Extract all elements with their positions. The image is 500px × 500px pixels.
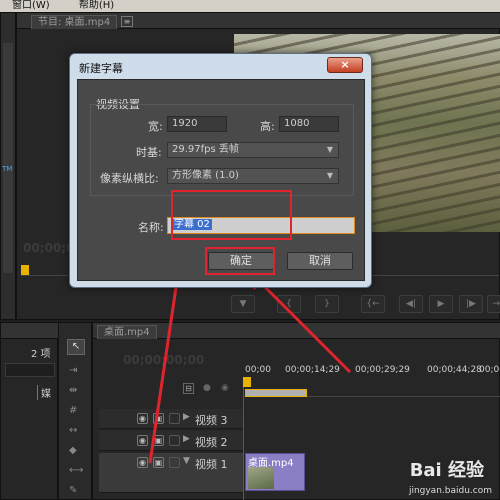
cancel-button[interactable]: 取消 (287, 252, 353, 270)
pixel-aspect-value: 方形像素 (1.0) (172, 170, 239, 181)
tools-panel: ↖ ⇥ ⇹ # ↔ ◆ ⟷ ✎ (58, 322, 92, 500)
expand-icon[interactable]: ▶ (183, 434, 190, 444)
sequence-timecode[interactable]: 00;00;00;00 (123, 353, 204, 367)
tab-program[interactable]: 节目: 桌面.mp4 (31, 15, 118, 29)
timebase-value: 29.97fps 丢帧 (172, 144, 239, 155)
link-icon[interactable]: ◉ (221, 383, 229, 393)
close-button[interactable]: × (327, 57, 363, 73)
work-area-bar[interactable] (245, 389, 307, 397)
sync-icon[interactable] (169, 413, 180, 424)
height-label: 高: (260, 120, 275, 133)
selection-tool-icon[interactable]: ↖ (67, 339, 85, 355)
expand-icon[interactable]: ▼ (183, 456, 190, 466)
eye-icon[interactable]: ◉ (137, 457, 148, 468)
video-clip[interactable]: 桌面.mp4 (245, 453, 305, 491)
new-title-dialog: 新建字幕 × 视频设置 宽: 1920 高: 1080 时基: 29.97fps… (69, 53, 372, 288)
track-label: 视频 1 (195, 458, 228, 471)
watermark-url: jingyan.baidu.com (408, 486, 492, 496)
go-to-in-button[interactable]: {← (361, 295, 385, 313)
eye-icon[interactable]: ◉ (137, 435, 148, 446)
pixel-aspect-label: 像素纵横比: (100, 172, 159, 185)
panel-menu-icon[interactable]: ≡ (121, 16, 133, 27)
ruler-tick-label: 00;00;44;28 (427, 365, 482, 375)
tab-sequence[interactable]: 桌面.mp4 (97, 325, 157, 339)
track-select-tool-icon[interactable]: ⇥ (69, 365, 77, 376)
razor-tool-icon[interactable]: ◆ (69, 445, 77, 456)
time-ruler[interactable]: 00;00 00;00;14;29 00;00;29;29 00;00;44;2… (243, 361, 500, 397)
track-row[interactable]: ◉ ▣ ▶ 视频 2 (99, 431, 243, 451)
mark-in-button[interactable]: ▼ (231, 295, 255, 313)
window-menu[interactable]: 窗口(W) (12, 0, 50, 11)
pixel-aspect-select[interactable]: 方形像素 (1.0) ▼ (167, 168, 339, 184)
ripple-edit-tool-icon[interactable]: ⇹ (69, 385, 77, 396)
name-label: 名称: (138, 221, 164, 234)
ok-highlight-box (205, 247, 275, 275)
play-button[interactable]: ▶ (429, 295, 453, 313)
project-search-field[interactable] (5, 363, 55, 377)
lock-icon[interactable]: ▣ (153, 413, 164, 424)
dialog-title: 新建字幕 (79, 62, 123, 75)
tm-badge: TM (2, 165, 13, 173)
item-count: 2 项 (31, 349, 51, 360)
playhead-icon[interactable] (243, 377, 251, 387)
ruler-tick-label: 00;00 (245, 365, 271, 375)
project-panel: 2 项 媒 (0, 322, 59, 500)
sync-icon[interactable] (169, 435, 180, 446)
timebase-select[interactable]: 29.97fps 丢帧 ▼ (167, 142, 339, 158)
baidu-watermark: Bai 经验 (409, 460, 484, 481)
lock-icon[interactable]: ▣ (153, 435, 164, 446)
width-field[interactable]: 1920 (167, 116, 227, 132)
help-menu[interactable]: 帮助(H) (79, 0, 114, 11)
lock-icon[interactable]: ▣ (153, 457, 164, 468)
name-highlight-box (171, 190, 292, 240)
step-forward-button[interactable]: |▶ (459, 295, 483, 313)
sync-icon[interactable] (169, 457, 180, 468)
snap-icon[interactable]: ⊟ (183, 383, 194, 394)
media-column-header[interactable]: 媒 (37, 385, 51, 400)
track-row[interactable]: ◉ ▣ ▼ 视频 1 (99, 453, 243, 493)
width-label: 宽: (148, 120, 163, 133)
source-panel: TM (0, 12, 16, 320)
ruler-tick-label: 00;00 (479, 365, 500, 375)
go-to-out-button[interactable]: →} (487, 295, 500, 313)
slip-tool-icon[interactable]: ⟷ (69, 465, 83, 476)
playhead-line (243, 387, 244, 500)
chevron-down-icon: ▼ (326, 171, 333, 180)
rolling-edit-tool-icon[interactable]: # (69, 405, 77, 416)
timebase-label: 时基: (136, 146, 162, 159)
marker-icon[interactable]: ● (203, 383, 211, 393)
menu-bar: 窗口(W) 帮助(H) (0, 0, 500, 12)
step-back-button[interactable]: ◀| (399, 295, 423, 313)
chevron-down-icon: ▼ (326, 145, 333, 154)
scroll-strip[interactable] (3, 43, 13, 273)
ruler-tick-label: 00;00;29;29 (355, 365, 410, 375)
track-label: 视频 3 (195, 414, 228, 427)
height-field[interactable]: 1080 (279, 116, 339, 132)
mark-out-button[interactable]: { (277, 295, 301, 313)
mark-clip-button[interactable]: } (315, 295, 339, 313)
track-row[interactable]: ◉ ▣ ▶ 视频 3 (99, 409, 243, 429)
eye-icon[interactable]: ◉ (137, 413, 148, 424)
expand-icon[interactable]: ▶ (183, 412, 190, 422)
ruler-tick-label: 00;00;14;29 (285, 365, 340, 375)
track-label: 视频 2 (195, 436, 228, 449)
rate-stretch-tool-icon[interactable]: ↔ (69, 425, 77, 436)
clip-thumbnail (248, 467, 274, 489)
pen-tool-icon[interactable]: ✎ (69, 485, 77, 496)
